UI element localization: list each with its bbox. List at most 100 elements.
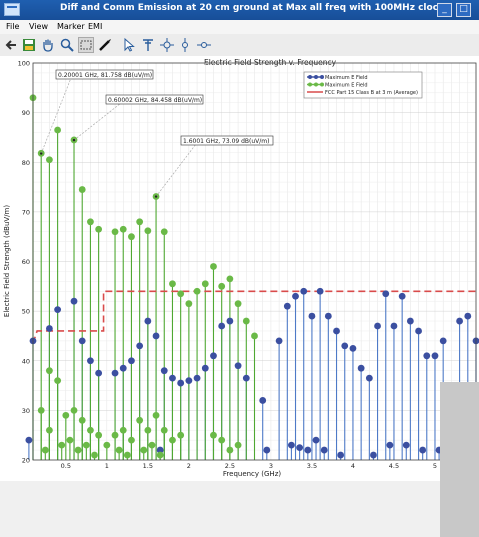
data-point-blue[interactable] [406,317,414,325]
data-point-green[interactable] [95,225,103,233]
data-point-green[interactable] [136,416,144,424]
data-point-blue[interactable] [136,342,144,350]
data-point-blue[interactable] [320,446,328,454]
menu-view[interactable]: View [29,22,48,31]
data-point-blue[interactable] [78,337,86,345]
data-point-blue[interactable] [160,367,168,375]
data-point-green[interactable] [201,280,209,288]
data-point-green[interactable] [54,377,62,384]
data-point-blue[interactable] [464,312,472,320]
data-point-blue[interactable] [456,317,463,325]
data-point-green[interactable] [160,228,168,236]
data-point-blue[interactable] [169,374,176,382]
data-point-blue[interactable] [431,352,439,360]
back-arrow-icon[interactable] [3,37,19,53]
data-point-green[interactable] [95,431,103,439]
cursor-icon[interactable] [121,37,137,53]
data-point-blue[interactable] [386,441,394,449]
data-point-blue[interactable] [87,357,94,365]
data-point-blue[interactable] [275,337,283,345]
data-point-green[interactable] [123,451,131,459]
data-point-blue[interactable] [423,352,431,360]
data-point-green[interactable] [111,228,119,236]
restore-button[interactable]: □ [456,3,471,17]
data-point-blue[interactable] [312,436,320,444]
data-point-green[interactable] [136,218,144,226]
data-point-green[interactable] [54,126,62,134]
data-point-green[interactable] [128,233,135,241]
data-point-green[interactable] [78,186,86,193]
data-point-blue[interactable] [402,441,410,449]
data-point-blue[interactable] [439,337,447,345]
data-point-blue[interactable] [374,322,381,330]
data-point-blue[interactable] [95,369,103,377]
data-point-blue[interactable] [263,446,271,454]
plot-area[interactable]: Electric Field Strength v. Frequency 0.5… [0,56,479,537]
data-point-blue[interactable] [382,290,390,298]
data-point-blue[interactable] [283,302,291,310]
data-point-blue[interactable] [337,451,345,459]
data-point-green[interactable] [251,332,258,340]
data-point-green[interactable] [226,446,234,454]
pan-hand-icon[interactable] [40,37,56,53]
data-point-blue[interactable] [119,364,127,372]
data-point-green[interactable] [234,300,242,308]
data-point-green[interactable] [169,436,176,444]
data-point-blue[interactable] [25,436,33,444]
data-point-green[interactable] [210,431,217,439]
data-point-blue[interactable] [333,327,340,335]
data-point-green[interactable] [156,451,164,459]
select-box-icon[interactable] [78,37,94,53]
data-point-green[interactable] [144,426,152,434]
data-point-green[interactable] [177,431,185,439]
data-point-green[interactable] [66,436,74,444]
data-point-green[interactable] [46,367,53,375]
data-point-green[interactable] [119,225,127,233]
data-point-green[interactable] [115,446,123,454]
data-point-blue[interactable] [324,312,332,320]
data-point-green[interactable] [218,436,226,444]
data-point-blue[interactable] [144,317,152,325]
data-point-blue[interactable] [234,362,242,370]
data-point-green[interactable] [140,446,148,454]
data-point-blue[interactable] [111,369,119,377]
data-point-green[interactable] [46,156,53,164]
data-point-blue[interactable] [226,317,234,325]
menu-file[interactable]: File [6,22,19,31]
data-point-green[interactable] [87,426,94,434]
data-point-blue[interactable] [300,287,308,295]
data-point-green[interactable] [74,446,82,454]
data-point-blue[interactable] [341,342,349,350]
menu-marker[interactable]: Marker [57,22,85,31]
marker-flag-icon[interactable] [140,37,156,53]
horizontal-marker-icon[interactable] [196,37,212,53]
data-point-green[interactable] [82,441,90,449]
data-point-green[interactable] [62,411,70,419]
data-point-blue[interactable] [390,322,398,330]
data-point-blue[interactable] [365,374,373,382]
data-point-green[interactable] [152,411,160,419]
data-point-blue[interactable] [152,332,160,340]
data-point-blue[interactable] [70,297,78,305]
data-point-green[interactable] [226,275,234,283]
data-point-blue[interactable] [210,352,217,360]
data-point-blue[interactable] [370,451,377,459]
vertical-marker-icon[interactable] [177,37,193,53]
data-point-blue[interactable] [308,312,316,320]
data-point-blue[interactable] [259,397,267,404]
data-point-blue[interactable] [398,292,406,300]
data-point-green[interactable] [128,436,135,444]
data-point-green[interactable] [234,441,242,449]
data-point-green[interactable] [185,300,193,308]
data-point-green[interactable] [91,451,98,459]
pen-icon[interactable] [97,37,113,53]
data-point-blue[interactable] [419,446,427,454]
data-point-green[interactable] [148,441,156,449]
data-point-green[interactable] [144,227,152,235]
data-point-green[interactable] [37,406,45,414]
minimize-button[interactable]: _ [437,3,452,17]
data-point-blue[interactable] [177,379,185,387]
data-point-green[interactable] [111,431,119,439]
data-point-blue[interactable] [54,306,62,314]
data-point-green[interactable] [78,416,86,424]
